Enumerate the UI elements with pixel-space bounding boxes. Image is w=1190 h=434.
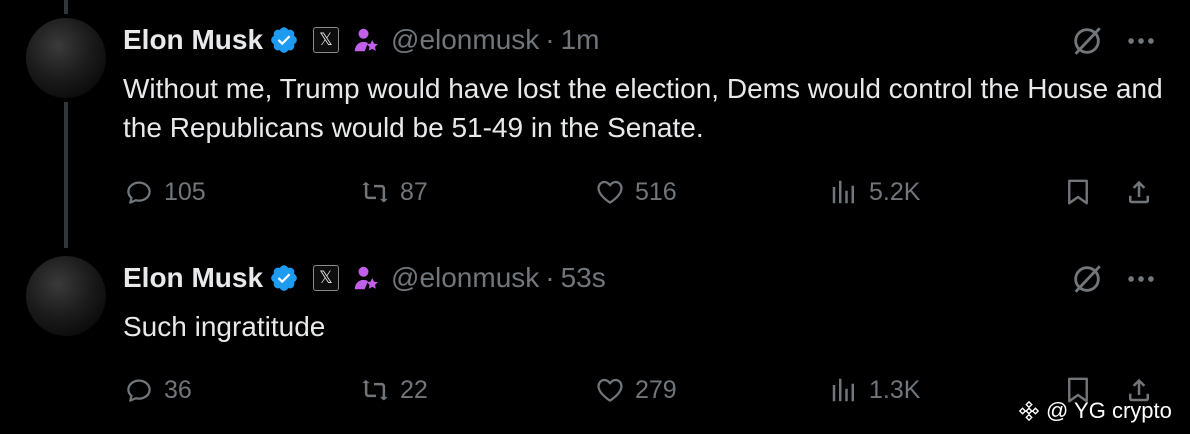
reply-icon — [127, 181, 151, 204]
tweet[interactable]: Elon Musk 𝕏 @elonmusk · 1m Without me, T… — [0, 0, 1190, 240]
reply-button[interactable]: 105 — [124, 172, 206, 212]
more-icon[interactable] — [1124, 24, 1158, 58]
action-bar: 36 22 279 1.3K — [0, 370, 1190, 410]
affiliate-icon — [354, 266, 378, 290]
author-handle[interactable]: @elonmusk — [391, 24, 539, 56]
x-logo-glyph: 𝕏 — [319, 30, 333, 49]
views-count: 5.2K — [869, 177, 921, 206]
affiliate-icon — [354, 28, 378, 52]
avatar[interactable] — [26, 18, 106, 98]
grok-icon[interactable] — [1070, 262, 1104, 296]
repost-button[interactable]: 22 — [360, 370, 428, 410]
like-icon — [597, 378, 623, 402]
separator-dot: · — [545, 24, 555, 55]
author-name[interactable]: Elon Musk — [123, 262, 263, 294]
timestamp[interactable]: 1m — [561, 24, 600, 56]
x-logo-badge-icon: 𝕏 — [313, 265, 340, 291]
repost-count: 87 — [400, 177, 428, 206]
reply-count: 105 — [164, 177, 206, 206]
reply-count: 36 — [164, 375, 192, 404]
repost-button[interactable]: 87 — [360, 172, 428, 212]
watermark-text: @ YG crypto — [1046, 398, 1172, 423]
views-count: 1.3K — [869, 375, 921, 404]
reply-icon — [127, 379, 151, 402]
grok-icon[interactable] — [1070, 24, 1104, 58]
tweet-text: Without me, Trump would have lost the el… — [123, 73, 1163, 143]
tweet-header: Elon Musk 𝕏 @elonmusk · 53s — [123, 258, 606, 298]
avatar[interactable] — [26, 256, 106, 336]
diamond-logo-icon — [1018, 400, 1040, 422]
views-icon — [832, 378, 854, 402]
repost-count: 22 — [400, 375, 428, 404]
tweet[interactable]: Elon Musk 𝕏 @elonmusk · 53s Such ingrati… — [0, 240, 1190, 434]
separator-dot: · — [545, 262, 555, 293]
repost-icon — [362, 379, 388, 401]
author-handle[interactable]: @elonmusk — [391, 262, 539, 294]
repost-icon — [362, 181, 388, 203]
views-button[interactable]: 1.3K — [829, 370, 920, 410]
like-count: 279 — [635, 375, 677, 404]
more-icon[interactable] — [1124, 262, 1158, 296]
action-bar: 105 87 516 5.2K — [0, 172, 1190, 212]
like-button[interactable]: 279 — [595, 370, 677, 410]
like-icon — [597, 180, 623, 204]
tweet-header: Elon Musk 𝕏 @elonmusk · 1m — [123, 20, 600, 60]
x-logo-badge-icon: 𝕏 — [313, 27, 340, 53]
author-name[interactable]: Elon Musk — [123, 24, 263, 56]
share-icon — [1129, 180, 1149, 204]
verified-badge-icon[interactable] — [269, 25, 299, 55]
like-count: 516 — [635, 177, 677, 206]
verified-badge-icon[interactable] — [269, 263, 299, 293]
timestamp[interactable]: 53s — [561, 262, 606, 294]
views-button[interactable]: 5.2K — [829, 172, 920, 212]
watermark: @ YG crypto — [1018, 394, 1172, 428]
share-button[interactable] — [1124, 172, 1154, 212]
bookmark-icon — [1068, 179, 1088, 205]
bookmark-button[interactable] — [1063, 172, 1093, 212]
reply-button[interactable]: 36 — [124, 370, 192, 410]
like-button[interactable]: 516 — [595, 172, 677, 212]
x-logo-glyph: 𝕏 — [319, 268, 333, 287]
views-icon — [832, 180, 854, 204]
tweet-text: Such ingratitude — [123, 311, 326, 342]
